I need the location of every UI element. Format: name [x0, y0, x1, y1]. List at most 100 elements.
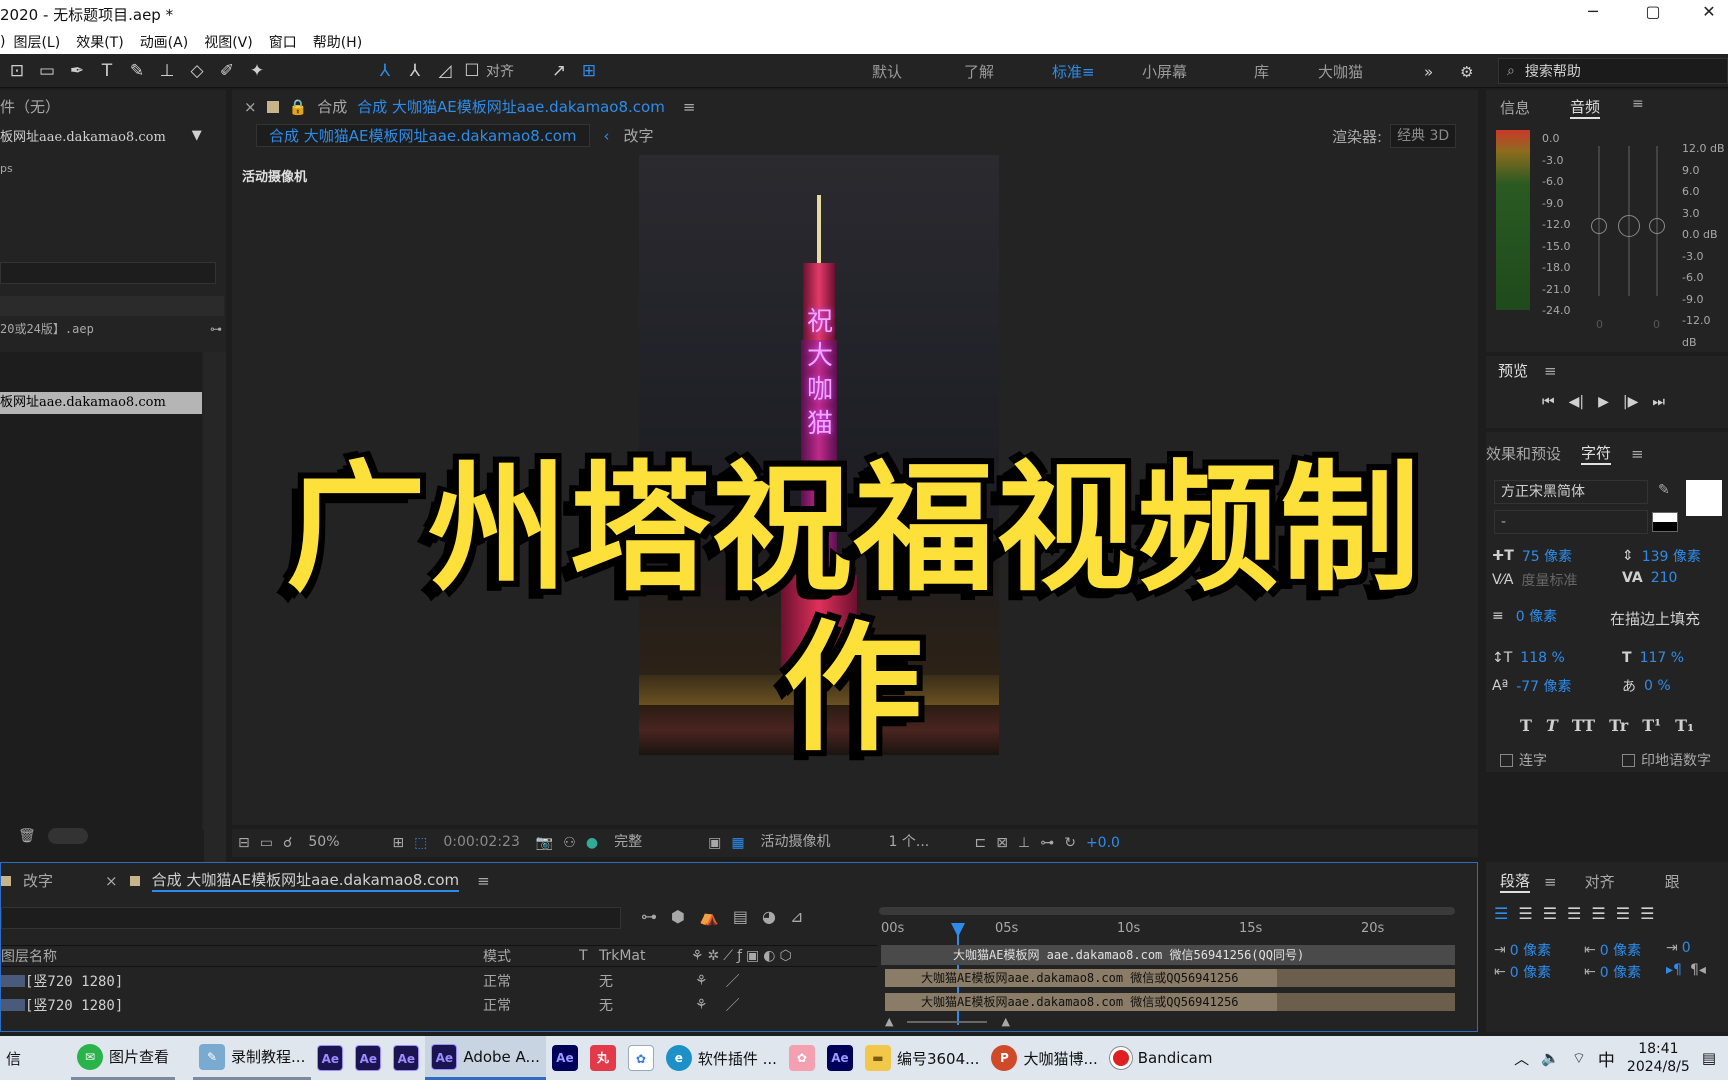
stroke-width-value[interactable]: 0 像素: [1516, 606, 1557, 626]
next-frame-icon[interactable]: |▶: [1623, 394, 1638, 410]
horizontal-scale-value[interactable]: 117 %: [1640, 650, 1684, 666]
menu-effect[interactable]: 效果(T): [76, 32, 123, 52]
region-icon[interactable]: ⬚: [414, 835, 427, 851]
close-button[interactable]: ✕: [1686, 2, 1728, 28]
tray-overflow-icon[interactable]: ︿: [1514, 1048, 1529, 1069]
align-center-icon[interactable]: ☰: [1518, 904, 1532, 923]
transparency-grid-icon[interactable]: ▦: [731, 835, 744, 851]
volume-icon[interactable]: 🔈: [1541, 1049, 1560, 1067]
timeline-tab-active[interactable]: 合成 大咖猫AE模板网址aae.dakamao8.com: [151, 869, 460, 892]
zoom-out-icon[interactable]: ▲: [885, 1015, 893, 1028]
exposure-reset-icon[interactable]: ↻: [1064, 835, 1076, 851]
snapshot-icon[interactable]: 📷: [536, 835, 553, 851]
clock[interactable]: 18:41 2024/8/5: [1627, 1040, 1690, 1076]
renderer-value[interactable]: 经典 3D: [1390, 124, 1457, 148]
roi-icon[interactable]: ▣: [708, 835, 721, 851]
taskbar-item-ae[interactable]: Ae: [546, 1036, 584, 1080]
channel-icon[interactable]: ●: [586, 835, 598, 851]
taskbar-item-folder[interactable]: ▬ 编号3604...: [859, 1036, 985, 1080]
flowchart-view-icon[interactable]: ⊥: [1018, 835, 1030, 851]
taskbar-item-ae[interactable]: Ae: [387, 1036, 425, 1080]
prev-frame-icon[interactable]: ◀|: [1569, 394, 1584, 410]
brush-tool-icon[interactable]: ✎: [124, 58, 150, 84]
timecode-display[interactable]: 0:00:02:23: [437, 831, 526, 855]
network-icon[interactable]: ⌔: [1572, 1049, 1586, 1068]
workspace-learn[interactable]: 了解: [964, 61, 1052, 82]
stroke-swatch[interactable]: [1652, 512, 1678, 532]
indent-right-value[interactable]: 0 像素: [1510, 962, 1551, 982]
workspace-small-screen[interactable]: 小屏幕: [1142, 61, 1254, 82]
tab-effects-presets[interactable]: 效果和预设: [1486, 443, 1561, 464]
taskbar-item[interactable]: 信: [0, 1036, 27, 1080]
graph-editor-icon[interactable]: ⊿: [790, 907, 803, 926]
kerning-value[interactable]: 度量标准: [1522, 570, 1578, 590]
comp-dropdown-icon[interactable]: ▼: [192, 128, 202, 143]
frame-blending-icon[interactable]: ▤: [733, 907, 748, 926]
left-slider-knob[interactable]: [1591, 218, 1607, 234]
puppet-tool-icon[interactable]: ✦: [244, 58, 270, 84]
taskbar-item-app[interactable]: ✿: [622, 1036, 660, 1080]
layer-collapse-icon[interactable]: ⚘: [695, 997, 708, 1013]
work-area-bar[interactable]: [879, 907, 1455, 915]
justify-all-icon[interactable]: ☰: [1640, 904, 1654, 923]
tab-tracker[interactable]: 跟: [1665, 871, 1680, 892]
workspace-default[interactable]: 默认: [872, 61, 964, 82]
sync-icon[interactable]: ⚙: [1460, 63, 1496, 81]
taskbar-item-powerpoint[interactable]: P 大咖猫博...: [985, 1036, 1103, 1080]
workspace-library[interactable]: 库: [1254, 61, 1318, 82]
world-axis-icon[interactable]: ⅄: [402, 58, 428, 84]
layer-quality-icon[interactable]: ／: [726, 995, 740, 1015]
comp-subtab-other[interactable]: 改字: [624, 125, 654, 146]
ltr-icon[interactable]: ▸¶: [1666, 962, 1682, 978]
stroke-mode-select[interactable]: 在描边上填充: [1610, 608, 1700, 629]
network-icon[interactable]: ⊶: [1040, 835, 1054, 851]
indent-first-value[interactable]: 0: [1682, 940, 1691, 956]
layer-mode[interactable]: 正常: [483, 971, 579, 991]
view-axis-icon[interactable]: ◿: [432, 58, 458, 84]
zoom-in-icon[interactable]: ▲: [1001, 1015, 1009, 1028]
align-right-icon[interactable]: ☰: [1543, 904, 1557, 923]
all-caps-button[interactable]: TT: [1572, 716, 1595, 735]
layer-name[interactable]: [竖720 1280]: [25, 995, 483, 1015]
eyedropper-icon[interactable]: ✎: [1658, 482, 1670, 498]
roto-tool-icon[interactable]: ✐: [214, 58, 240, 84]
tracking-value[interactable]: 210: [1651, 570, 1678, 586]
fit-icon[interactable]: ⊞: [392, 835, 404, 851]
timeline-zoom-slider[interactable]: [907, 1020, 988, 1023]
comp-tab-close-icon[interactable]: ×: [244, 98, 257, 116]
taskbar-item-adobe-ae[interactable]: Ae Adobe A...: [425, 1036, 546, 1080]
paragraph-menu-icon[interactable]: ≡: [1544, 873, 1557, 891]
bpc-toggle[interactable]: [47, 828, 88, 844]
draft-3d-icon[interactable]: ⬢: [671, 907, 685, 926]
minimize-button[interactable]: ─: [1570, 2, 1616, 28]
tab-align[interactable]: 对齐: [1585, 871, 1615, 892]
align-checkbox-icon[interactable]: ☐: [462, 58, 482, 84]
reset-exposure-icon[interactable]: ⊠: [996, 835, 1008, 851]
taskbar-item-paint[interactable]: ✿: [783, 1036, 821, 1080]
layer-collapse-icon[interactable]: ⚘: [695, 973, 708, 989]
subtab-left-icon[interactable]: ‹: [604, 127, 610, 145]
audio-menu-icon[interactable]: ≡: [1632, 96, 1644, 112]
type-tool-icon[interactable]: T: [94, 58, 120, 84]
snap-icon[interactable]: ↗: [546, 58, 572, 84]
faux-bold-button[interactable]: T: [1520, 716, 1532, 735]
layer-trkmat[interactable]: 无: [599, 971, 691, 991]
overflow-icon[interactable]: »: [1424, 63, 1460, 81]
comp-marker-bar[interactable]: 大咖猫AE模板网 aae.dakamao8.com 微信56941256(QQ同…: [881, 945, 1455, 965]
faux-italic-button[interactable]: T: [1546, 716, 1558, 735]
menu-animation[interactable]: 动画(A): [140, 32, 189, 52]
workspace-standard[interactable]: 标准: [1052, 61, 1082, 82]
first-frame-icon[interactable]: ⏮: [1542, 394, 1555, 410]
menu-window[interactable]: 窗口: [269, 32, 297, 52]
timeline-tab-other[interactable]: 改字: [23, 870, 53, 891]
views-select[interactable]: 1 个...: [882, 831, 965, 855]
comp-mini-flowchart-icon[interactable]: ⊶: [641, 907, 657, 926]
layer-bar[interactable]: 大咖猫AE模板网aae.dakamao8.com 微信或QQ56941256: [885, 969, 1277, 987]
project-search-input[interactable]: [0, 262, 216, 284]
taskbar-item-app[interactable]: 丸: [584, 1036, 622, 1080]
layer-mode[interactable]: 正常: [483, 995, 579, 1015]
project-selected-item[interactable]: 板网址aae.dakamao8.com: [0, 392, 202, 414]
taskbar-item-ae[interactable]: Ae: [821, 1036, 859, 1080]
subscript-button[interactable]: T₁: [1675, 716, 1694, 735]
pan-behind-icon[interactable]: ⊡: [4, 58, 30, 84]
